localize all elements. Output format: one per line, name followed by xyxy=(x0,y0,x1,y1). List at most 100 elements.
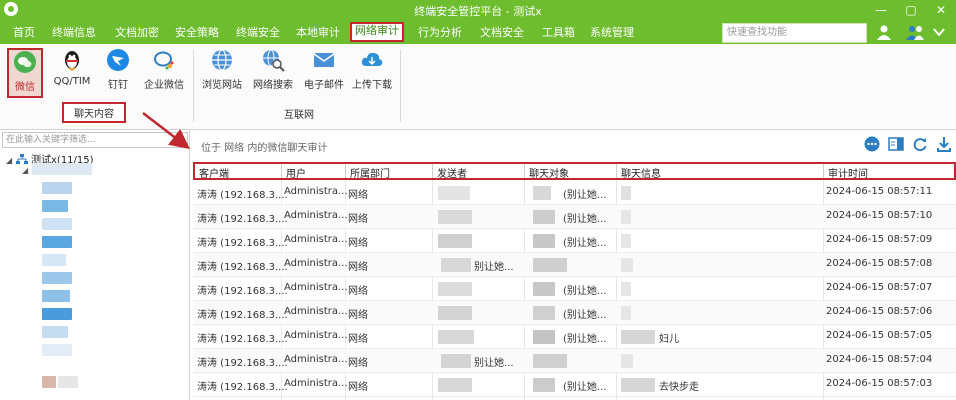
browse-websites-button[interactable]: 浏览网站 xyxy=(200,48,244,98)
cell-client: 涛涛 (192.168.3.... xyxy=(197,358,288,369)
table-row[interactable]: 涛涛 (192.168.3.... Administra... 网络 (别让她.… xyxy=(193,205,956,229)
redacted-sender xyxy=(438,210,472,224)
cell-chat-partner: (别让她... xyxy=(563,190,607,201)
redacted-message xyxy=(621,210,631,224)
expand-triangle-icon[interactable]: ◢ xyxy=(6,156,16,165)
refresh-icon[interactable] xyxy=(912,136,928,152)
cell-department: 网络 xyxy=(348,190,368,201)
table-row[interactable]: 涛涛 (192.168.3.... Administra... 网络 (别让她.… xyxy=(193,325,956,349)
column-header-user[interactable]: 用户 xyxy=(286,165,306,180)
user-icon[interactable] xyxy=(876,24,892,40)
dingtalk-button[interactable]: 钉钉 xyxy=(100,48,136,98)
tree-item-blurred[interactable] xyxy=(58,376,78,388)
columns-icon[interactable] xyxy=(888,136,904,152)
menu-item-network-audit[interactable]: 网络审计 xyxy=(350,22,404,42)
wechat-button[interactable]: 微信 xyxy=(7,48,43,98)
more-icon[interactable] xyxy=(864,136,880,152)
menu-item-terminal-info[interactable]: 终端信息 xyxy=(52,24,96,42)
cell-audit-time: 2024-06-15 08:57:10 xyxy=(826,210,933,221)
users-icon[interactable] xyxy=(905,24,925,40)
menu-item-local-audit[interactable]: 本地审计 xyxy=(296,24,340,42)
menu-item-behavior-analysis[interactable]: 行为分析 xyxy=(418,24,462,42)
tree-item-blurred[interactable] xyxy=(42,200,68,212)
cell-department: 网络 xyxy=(348,286,368,297)
tree-item-blurred[interactable] xyxy=(42,376,56,388)
cell-audit-time: 2024-06-15 08:57:11 xyxy=(826,186,933,197)
close-button[interactable]: ✕ xyxy=(926,0,956,20)
tree-item-blurred[interactable] xyxy=(42,344,72,356)
column-header-department[interactable]: 所属部门 xyxy=(350,165,390,180)
cell-department: 网络 xyxy=(348,358,368,369)
table-row[interactable]: 涛涛 (192.168.3.... Administra... 网络 (别让她.… xyxy=(193,229,956,253)
wecom-icon xyxy=(154,51,174,70)
cell-user: Administra... xyxy=(284,354,348,365)
cell-audit-time: 2024-06-15 08:57:08 xyxy=(826,258,933,269)
envelope-icon xyxy=(313,53,335,67)
table-row[interactable]: 涛涛 (192.168.3.... Administra... 网络 (别让她.… xyxy=(193,373,956,397)
column-header-audit-time[interactable]: 审计时间 xyxy=(828,165,868,180)
cell-chat-message: 妇儿 xyxy=(659,334,679,345)
cell-client: 涛涛 (192.168.3.... xyxy=(197,238,288,249)
column-header-client[interactable]: 客户端 xyxy=(199,165,229,180)
table-row[interactable]: 涛涛 (192.168.3.... Administra... 网络 (别让她.… xyxy=(193,181,956,205)
expand-triangle-icon[interactable]: ◢ xyxy=(22,166,28,175)
tree-item-blurred[interactable] xyxy=(42,290,70,302)
tree-item-blurred[interactable] xyxy=(42,326,68,338)
menu-item-terminal-security[interactable]: 终端安全 xyxy=(236,24,280,42)
quick-search-input[interactable]: 快速查找功能 xyxy=(722,23,867,43)
redacted-message xyxy=(621,354,633,368)
download-icon[interactable] xyxy=(936,136,952,152)
wechat-label: 微信 xyxy=(15,82,35,93)
cell-user: Administra... xyxy=(284,282,348,293)
ribbon-divider xyxy=(400,50,401,122)
wechat-icon xyxy=(14,51,36,73)
cell-department: 网络 xyxy=(348,334,368,345)
redacted-partner xyxy=(533,282,555,296)
cell-user: Administra... xyxy=(284,378,348,389)
redacted-partner xyxy=(533,258,567,272)
menu-item-doc-encrypt[interactable]: 文档加密 xyxy=(115,24,159,42)
tree-item-blurred[interactable] xyxy=(42,308,72,320)
cell-client: 涛涛 (192.168.3.... xyxy=(197,310,288,321)
menu-item-doc-security[interactable]: 文档安全 xyxy=(480,24,524,42)
column-header-chat-message[interactable]: 聊天信息 xyxy=(621,165,661,180)
tree-item-blurred[interactable] xyxy=(42,218,72,230)
tree-filter-input[interactable]: 在此输入关键字筛选... xyxy=(2,132,188,148)
redacted-sender xyxy=(438,282,472,296)
table-row[interactable]: 涛涛 (192.168.3.... Administra... 网络 别让她..… xyxy=(193,253,956,277)
table-row[interactable]: 涛涛 (192.168.3.... Administra... 网络 (别让她.… xyxy=(193,301,956,325)
table-row[interactable]: 涛涛 (192.168.3.... Administra... 网络 别让她..… xyxy=(193,349,956,373)
menu-item-home[interactable]: 首页 xyxy=(13,24,35,42)
tree-item-blurred[interactable] xyxy=(42,272,72,284)
chevron-down-icon[interactable] xyxy=(932,26,946,38)
audit-caption: 位于 网络 内的微信聊天审计 xyxy=(201,143,328,154)
redacted-message xyxy=(621,378,655,392)
tree-item-blurred[interactable] xyxy=(42,236,72,248)
menu-item-security-policy[interactable]: 安全策略 xyxy=(175,24,219,42)
minimize-button[interactable]: — xyxy=(866,0,896,20)
qq-penguin-icon xyxy=(65,51,79,71)
menu-item-toolbox[interactable]: 工具箱 xyxy=(542,24,575,42)
web-search-label: 网络搜索 xyxy=(253,80,293,91)
tree-item-blurred[interactable] xyxy=(42,254,66,266)
cell-department: 网络 xyxy=(348,238,368,249)
qq-tim-button[interactable]: QQ/TIM xyxy=(50,48,94,98)
cell-sender: 别让她... xyxy=(474,262,514,273)
column-header-chat-partner[interactable]: 聊天对象 xyxy=(529,165,569,180)
redacted-partner xyxy=(533,306,555,320)
upload-download-button[interactable]: 上传下载 xyxy=(350,48,394,98)
table-row[interactable]: 涛涛 (192.168.3.... Administra... 网络 (别让她.… xyxy=(193,277,956,301)
menu-item-system-admin[interactable]: 系统管理 xyxy=(590,24,634,42)
header-divider xyxy=(281,164,282,178)
maximize-button[interactable]: ▢ xyxy=(896,0,926,20)
tree-item-blurred[interactable] xyxy=(32,163,92,175)
tree-item-blurred[interactable] xyxy=(42,182,72,194)
web-search-button[interactable]: 网络搜索 xyxy=(249,48,297,98)
redacted-message xyxy=(621,306,631,320)
redacted-partner xyxy=(533,234,555,248)
wecom-button[interactable]: 企业微信 xyxy=(140,48,188,98)
email-button[interactable]: 电子邮件 xyxy=(300,48,348,98)
cell-client: 涛涛 (192.168.3.... xyxy=(197,214,288,225)
cell-audit-time: 2024-06-15 08:57:05 xyxy=(826,330,933,341)
column-header-sender[interactable]: 发送者 xyxy=(437,165,467,180)
